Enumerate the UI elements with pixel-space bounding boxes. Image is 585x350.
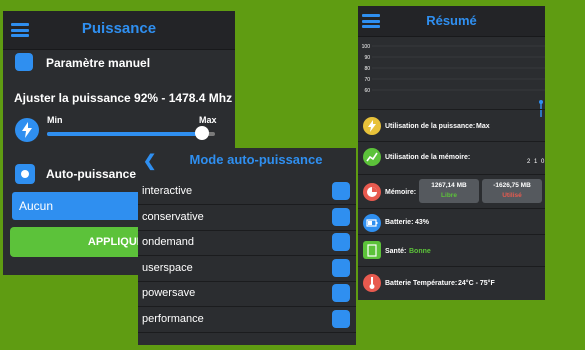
battery-label: Batterie: (385, 219, 414, 226)
governor-option-label: powersave (142, 287, 196, 299)
power-usage-row: Utilisation de la puissance: Max (358, 109, 545, 142)
governor-option-label: userspace (142, 261, 193, 274)
battery-temperature-value: 24°C - 75°F (458, 280, 495, 287)
summary-header: Résumé (358, 6, 545, 37)
governor-option-label: performance (142, 312, 204, 325)
pie-chart-icon (363, 183, 381, 201)
governor-option[interactable]: performance (138, 307, 356, 333)
governor-option-checkbox[interactable] (332, 309, 350, 328)
health-row: Santé: Bonne (358, 234, 545, 267)
manual-setting-label: Paramètre manuel (46, 56, 151, 70)
health-label: Santé: (385, 248, 407, 255)
memory-used-box: -1626,75 MB Utilisé (482, 179, 542, 203)
chart-y-tick-label: 70 (364, 77, 370, 83)
auto-power-mode-dialog: ❮ Mode auto-puissance interactive conserv… (138, 148, 356, 345)
summary-panel: Résumé 100 90 80 70 60 2 1 0 Utilisation de la … (358, 6, 545, 300)
battery-temperature-row: Batterie Température: 24°C - 75°F (358, 266, 545, 300)
governor-option-checkbox[interactable] (332, 182, 350, 200)
memory-free-box: 1267,14 MB Libre (419, 179, 479, 203)
chart-y-tick-label: 100 (362, 44, 371, 50)
lightning-bolt-icon (363, 117, 381, 135)
governor-option-label: ondemand (142, 236, 194, 248)
memory-used-value: -1626,75 MB (493, 182, 531, 189)
battery-row: Batterie: 43% (358, 208, 545, 235)
auto-power-radio[interactable] (15, 164, 35, 184)
chart-y-tick-label: 80 (364, 66, 370, 72)
line-graph-icon (363, 148, 381, 166)
memory-label: Mémoire: (385, 189, 417, 196)
lightning-bolt-icon (15, 118, 39, 142)
auto-power-mode-header: ❮ Mode auto-puissance (138, 148, 356, 170)
governor-option-label: interactive (142, 185, 193, 197)
summary-title: Résumé (426, 13, 477, 28)
power-title: Puissance (81, 20, 157, 37)
governor-option-checkbox[interactable] (332, 207, 350, 226)
power-usage-value: Max (476, 123, 490, 130)
battery-health-icon (363, 241, 381, 259)
chart-y-tick-label: 60 (364, 88, 370, 94)
adjust-power-label: Ajuster la puissance 92% - 1478.4 Mhz (14, 91, 233, 105)
battery-temperature-label: Batterie Température: (385, 280, 458, 287)
governor-option-checkbox[interactable] (332, 258, 350, 277)
governor-option-label: conservative (142, 210, 204, 223)
governor-option[interactable]: ondemand (138, 230, 356, 256)
power-slider-fill (47, 132, 202, 136)
memory-row: Mémoire: 1267,14 MB Libre -1626,75 MB Ut… (358, 174, 545, 209)
chart-y-tick-label: 90 (364, 55, 370, 61)
governor-option-checkbox[interactable] (332, 284, 350, 302)
auto-power-label: Auto-puissance (46, 167, 137, 181)
memory-used-caption: Utilisé (502, 192, 522, 199)
manual-setting-checkbox[interactable] (15, 53, 33, 71)
governor-option[interactable]: userspace (138, 256, 356, 282)
power-slider-thumb[interactable] (194, 126, 209, 140)
thermometer-icon (363, 274, 381, 292)
governor-option[interactable]: conservative (138, 205, 356, 231)
governor-option[interactable]: powersave (138, 281, 356, 307)
health-value: Bonne (409, 248, 431, 255)
usage-chart: 100908070602 1 0 (362, 44, 545, 165)
battery-icon (363, 214, 381, 232)
governor-option[interactable]: interactive (138, 179, 356, 205)
battery-value: 43% (415, 219, 430, 226)
power-slider[interactable] (47, 126, 215, 140)
memory-free-value: 1267,14 MB (431, 182, 467, 189)
auto-power-mode-title: Mode auto-puissance (189, 152, 323, 167)
chart-point (539, 100, 543, 104)
power-header: Puissance (3, 11, 235, 50)
governor-option-checkbox[interactable] (332, 233, 350, 251)
power-usage-label: Utilisation de la puissance: (385, 123, 476, 130)
memory-usage-label: Utilisation de la mémoire: (385, 154, 471, 161)
slider-max-label: Max (199, 115, 217, 125)
memory-free-caption: Libre (441, 192, 457, 199)
slider-min-label: Min (47, 115, 63, 125)
memory-usage-row: Utilisation de la mémoire: (358, 141, 545, 175)
